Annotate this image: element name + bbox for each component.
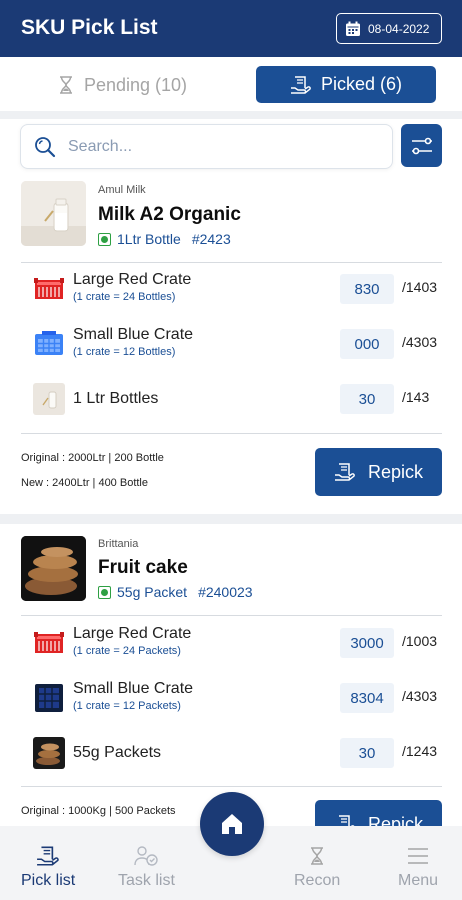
quantity-field[interactable]: 000 [340,329,394,359]
row-name: Large Red Crate [73,625,192,642]
total-quantity: /1003 [402,633,438,649]
product-card: Brittania Fruit cake 55g Packet #240023 … [0,524,462,848]
quantity-field[interactable]: 830 [340,274,394,304]
row-subtext: (1 crate = 12 Bottles) [73,346,176,358]
status-tabs: Pending (10) Picked (6) [0,57,462,111]
quantity-field[interactable]: 30 [340,738,394,768]
row-name: Large Red Crate [73,271,192,288]
list-item: Large Red Crate (1 crate = 24 Bottles) 8… [0,267,462,313]
nav-label: Task list [118,872,175,889]
row-subtext: (1 crate = 24 Bottles) [73,291,176,303]
nav-task-list[interactable]: Task list [118,844,175,890]
date-text: 08-04-2022 [368,21,430,36]
search-icon [35,136,56,157]
tab-picked-label: Picked (6) [320,74,403,94]
nav-label: Menu [398,872,439,889]
original-quantity: Original : 1000Kg | 500 Packets [21,805,176,817]
total-quantity: /4303 [402,334,438,350]
calendar-icon [346,21,360,36]
repick-label: Repick [367,461,424,482]
app-header: SKU Pick List 08-04-2022 [0,0,462,57]
tab-pending[interactable]: Pending (10) [20,67,225,103]
nav-menu[interactable]: Menu [398,844,438,890]
list-item: Small Blue Crate (1 crate = 12 Packets) … [0,676,462,722]
nav-recon[interactable]: Recon [294,844,340,890]
bottle-thumbnail [33,383,65,415]
divider [21,433,442,434]
product-image [21,181,86,246]
filter-button[interactable] [401,124,442,167]
total-quantity: /1403 [402,279,438,295]
repick-button[interactable]: Repick [315,448,442,496]
hourglass-icon [59,76,72,94]
quantity-field[interactable]: 8304 [340,683,394,713]
divider [21,262,442,263]
total-quantity: /4303 [402,688,438,704]
product-brand: Brittania [98,538,139,550]
bill-icon [334,463,355,481]
bill-icon [290,75,311,94]
product-variant: 1Ltr Bottle #2423 [98,231,231,247]
search-box[interactable] [20,124,393,169]
nav-pick-list[interactable]: Pick list [21,844,75,890]
variant-label: 1Ltr Bottle [117,231,181,247]
blue-crate-icon [33,328,65,360]
product-variant: 55g Packet #240023 [98,584,253,600]
red-crate-icon [33,273,65,305]
product-code: #2423 [191,231,231,247]
bill-icon [35,844,61,868]
row-name: 1 Ltr Bottles [73,390,159,407]
menu-icon [405,844,431,868]
nav-label: Pick list [21,872,76,889]
row-name: Small Blue Crate [73,680,194,697]
original-quantity: Original : 2000Ltr | 200 Bottle [21,452,164,464]
list-item: Large Red Crate (1 crate = 24 Packets) 3… [0,621,462,667]
product-name: Fruit cake [98,557,188,578]
section-divider [0,111,462,119]
row-name: Small Blue Crate [73,326,194,343]
date-picker[interactable]: 08-04-2022 [336,13,442,44]
row-name: 55g Packets [73,744,162,761]
product-card: Amul Milk Milk A2 Organic 1Ltr Bottle #2… [0,175,462,514]
variant-label: 55g Packet [117,584,188,600]
section-divider [0,514,462,524]
tab-picked[interactable]: Picked (6) [256,66,436,103]
red-crate-icon [33,627,65,659]
veg-icon [98,232,111,246]
quantity-field[interactable]: 30 [340,384,394,414]
packet-thumbnail [33,737,65,769]
home-icon [222,814,242,834]
row-subtext: (1 crate = 24 Packets) [73,645,181,657]
quantity-field[interactable]: 3000 [340,628,394,658]
divider [21,615,442,616]
product-name: Milk A2 Organic [98,204,241,225]
product-image [21,536,86,601]
nav-label: Recon [294,872,341,889]
blue-crate-icon [33,682,65,714]
home-button[interactable] [200,792,264,856]
list-item: 1 Ltr Bottles 30 /143 [0,377,462,423]
filter-icon [411,137,432,154]
list-item: Small Blue Crate (1 crate = 12 Bottles) … [0,322,462,368]
hourglass-icon [304,844,330,868]
page-title: SKU Pick List [21,16,158,39]
new-quantity: New : 2400Ltr | 400 Bottle [21,477,148,489]
product-code: #240023 [198,584,253,600]
task-icon [133,844,159,868]
total-quantity: /1243 [402,743,438,759]
total-quantity: /143 [402,389,430,405]
list-item: 55g Packets 30 /1243 [0,731,462,777]
product-brand: Amul Milk [98,184,146,196]
row-subtext: (1 crate = 12 Packets) [73,700,181,712]
divider [21,786,442,787]
search-input[interactable] [68,137,368,156]
tab-pending-label: Pending (10) [83,74,188,95]
veg-icon [98,585,111,599]
